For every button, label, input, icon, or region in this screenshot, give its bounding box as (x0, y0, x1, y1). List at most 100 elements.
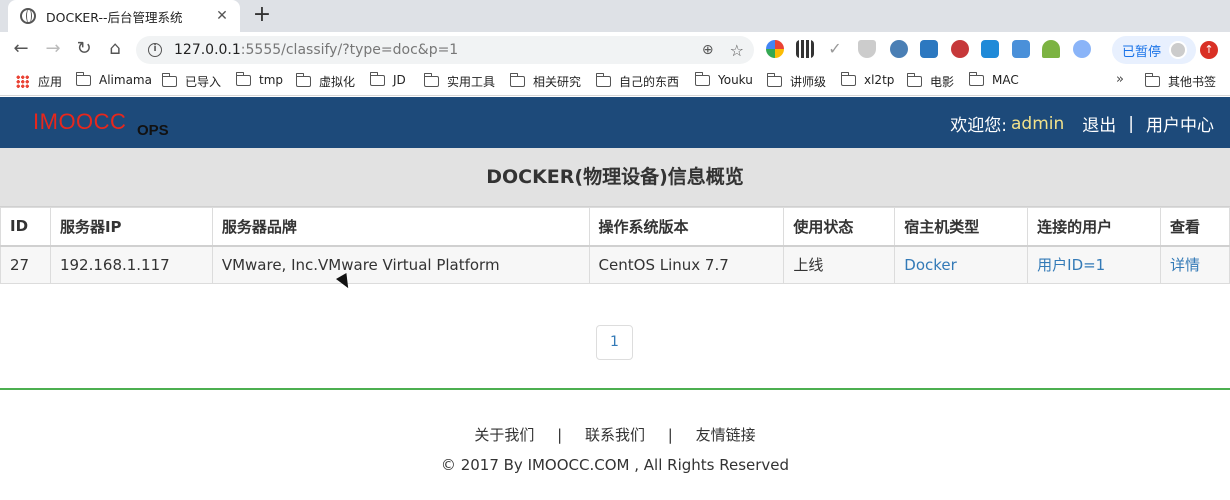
star-icon[interactable]: ☆ (730, 41, 744, 60)
pagination-page-1[interactable]: 1 (596, 325, 633, 360)
reload-icon[interactable]: ↻ (73, 38, 95, 60)
friend-links-link[interactable]: 友情链接 (696, 426, 756, 444)
site-logo-sub: OPS (137, 122, 169, 139)
column-header-id: ID (0, 207, 51, 247)
folder-icon (906, 73, 922, 87)
folder-icon (75, 71, 91, 86)
cell-os: CentOS Linux 7.7 (588, 245, 785, 284)
column-header-status: 使用状态 (783, 207, 896, 247)
folder-icon (423, 73, 439, 87)
folder-icon (595, 73, 611, 87)
close-icon[interactable]: ✕ (214, 8, 230, 24)
column-header-user: 连接的用户 (1027, 207, 1161, 247)
detail-link[interactable]: 详情 (1170, 256, 1200, 274)
address-bar[interactable]: i 127.0.0.1:5555/classify/?type=doc&p=1 … (136, 36, 754, 64)
cell-status: 上线 (783, 245, 896, 284)
plant-icon[interactable] (1042, 40, 1060, 58)
bookmark-folder[interactable]: 虚拟化 (295, 73, 355, 90)
folder-icon (369, 71, 385, 86)
footer-separator: | (557, 426, 563, 444)
folder-icon (235, 71, 251, 86)
footer-separator: | (667, 426, 673, 444)
logout-link[interactable]: 退出 (1082, 111, 1116, 136)
extension-icon[interactable] (1012, 40, 1030, 58)
bookmark-folder[interactable]: 实用工具 (423, 73, 495, 90)
folder-icon (161, 73, 177, 87)
qr-code-icon[interactable] (796, 40, 814, 58)
footer-links: 关于我们 | 联系我们 | 友情链接 (0, 424, 1230, 445)
bookmark-folder[interactable]: 相关研究 (509, 73, 581, 90)
nav-separator: | (1128, 113, 1134, 134)
avatar (1169, 41, 1188, 59)
site-logo[interactable]: IMOOCC (33, 109, 126, 135)
contact-us-link[interactable]: 联系我们 (585, 426, 645, 444)
tab-title: DOCKER--后台管理系统 (46, 9, 183, 25)
table-row: 27 192.168.1.117 VMware, Inc.VMware Virt… (0, 245, 1230, 284)
cell-view: 详情 (1160, 245, 1230, 284)
header-user-nav: 欢迎您: admin 退出 | 用户中心 (950, 111, 1214, 137)
extension-icon[interactable] (766, 40, 784, 58)
cell-ip: 192.168.1.117 (49, 245, 213, 284)
site-footer: 关于我们 | 联系我们 | 友情链接 © 2017 By IMOOCC.COM … (0, 390, 1230, 500)
check-icon[interactable]: ✓ (826, 40, 844, 58)
column-header-ip: 服务器IP (49, 207, 213, 247)
browser-tab-strip: DOCKER--后台管理系统 ✕ + (0, 0, 1230, 32)
globe-icon (20, 8, 36, 24)
apps-icon (16, 75, 29, 88)
plus-icon[interactable]: + (250, 4, 274, 28)
bookmark-folder[interactable]: MAC (968, 71, 1019, 87)
folder-icon (694, 71, 710, 86)
folder-icon (295, 73, 311, 87)
back-icon[interactable]: ← (10, 38, 32, 60)
extension-icon[interactable] (920, 40, 938, 58)
bookmark-folder[interactable]: tmp (235, 71, 283, 87)
extension-icon[interactable] (890, 40, 908, 58)
column-header-os: 操作系统版本 (588, 207, 785, 247)
folder-icon (509, 73, 525, 87)
table-header-row: ID 服务器IP 服务器品牌 操作系统版本 使用状态 宿主机类型 连接的用户 查… (0, 207, 1230, 247)
bookmark-folder[interactable]: Alimama (75, 71, 152, 87)
cell-user: 用户ID=1 (1027, 245, 1161, 284)
browser-tab[interactable]: DOCKER--后台管理系统 ✕ (8, 0, 240, 32)
column-header-host-type: 宿主机类型 (894, 207, 1029, 247)
info-icon[interactable]: i (148, 43, 162, 57)
bookmark-other[interactable]: 其他书签 (1144, 73, 1216, 90)
bookmark-folder[interactable]: 讲师级 (766, 73, 826, 90)
extension-icon[interactable] (951, 40, 969, 58)
profile-paused-button[interactable]: 已暂停 (1112, 36, 1196, 64)
username: admin (1010, 113, 1065, 134)
shield-icon[interactable] (858, 40, 876, 58)
more-bookmarks-chevron-icon[interactable]: » (1116, 72, 1124, 87)
extension-icon[interactable] (981, 40, 999, 58)
cell-id: 27 (0, 245, 51, 284)
folder-icon (1144, 73, 1160, 87)
about-us-link[interactable]: 关于我们 (474, 426, 534, 444)
cell-host-type: Docker (894, 245, 1029, 284)
docker-table: ID 服务器IP 服务器品牌 操作系统版本 使用状态 宿主机类型 连接的用户 查… (0, 207, 1230, 284)
folder-icon (766, 73, 782, 87)
update-icon[interactable]: ↑ (1200, 41, 1218, 59)
site-header: IMOOCC OPS 欢迎您: admin 退出 | 用户中心 (0, 97, 1230, 148)
cell-brand: VMware, Inc.VMware Virtual Platform (211, 245, 590, 284)
user-center-link[interactable]: 用户中心 (1146, 111, 1214, 136)
bookmark-folder[interactable]: Youku (694, 71, 753, 87)
browser-toolbar: ← → ↻ ⌂ i 127.0.0.1:5555/classify/?type=… (0, 32, 1230, 66)
extension-icon[interactable] (1073, 40, 1091, 58)
folder-icon (840, 71, 856, 86)
column-header-brand: 服务器品牌 (211, 207, 590, 247)
host-type-link[interactable]: Docker (904, 256, 957, 274)
home-icon[interactable]: ⌂ (104, 38, 126, 60)
bookmark-folder[interactable]: 电影 (906, 73, 954, 90)
panel-title: DOCKER(物理设备)信息概览 (0, 148, 1230, 207)
bookmark-folder[interactable]: JD (369, 71, 406, 87)
user-link[interactable]: 用户ID=1 (1037, 256, 1105, 274)
bookmark-folder[interactable]: 自己的东西 (595, 73, 679, 90)
forward-icon[interactable]: → (42, 38, 64, 60)
zoom-icon[interactable]: ⊕ (702, 42, 714, 58)
bookmark-folder[interactable]: 已导入 (161, 73, 221, 90)
bookmark-apps[interactable]: 应用 (16, 73, 62, 90)
url-text: 127.0.0.1:5555/classify/?type=doc&p=1 (174, 42, 459, 58)
bookmarks-bar: 应用 Alimama 已导入 tmp 虚拟化 JD 实用工具 相关研究 自己的东… (0, 66, 1230, 96)
column-header-view: 查看 (1160, 207, 1230, 247)
bookmark-folder[interactable]: xl2tp (840, 71, 894, 87)
